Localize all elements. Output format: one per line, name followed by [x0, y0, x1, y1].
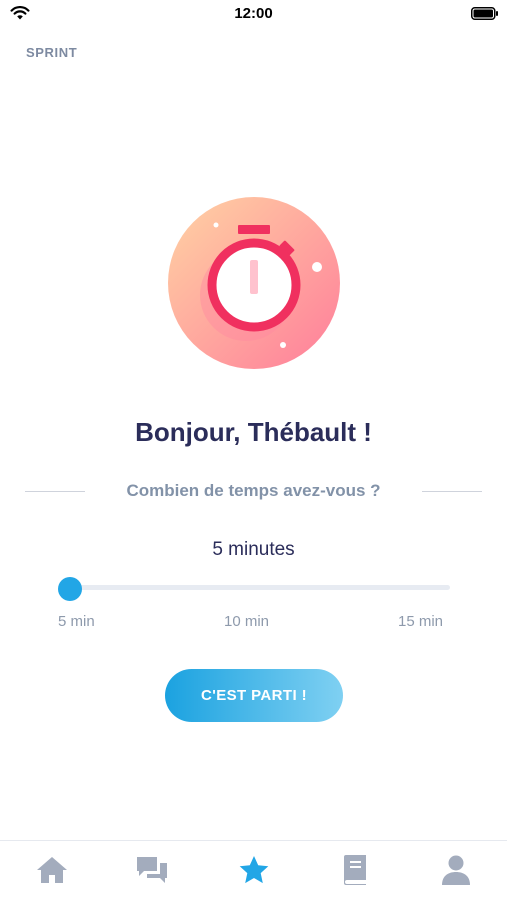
tick-label-mid: 10 min	[224, 613, 270, 630]
tick-label-min: 5 min	[58, 613, 95, 630]
status-bar: 12:00	[0, 0, 507, 28]
tab-library[interactable]	[338, 853, 372, 887]
tick-label-max: 15 min	[398, 613, 444, 630]
start-button[interactable]: C'EST PARTI !	[165, 669, 343, 722]
tab-chat[interactable]	[135, 853, 169, 887]
question-row: Combien de temps avez-vous ?	[25, 480, 482, 504]
stopwatch-icon	[168, 197, 340, 369]
star-icon	[239, 856, 269, 884]
duration-slider-track[interactable]	[70, 585, 450, 590]
tab-favorites[interactable]	[237, 853, 271, 887]
tab-home[interactable]	[35, 853, 69, 887]
duration-slider-thumb[interactable]	[58, 577, 82, 601]
divider-right	[422, 491, 482, 492]
chat-icon	[137, 857, 167, 883]
page-title: SPRINT	[26, 45, 78, 60]
duration-question: Combien de temps avez-vous ?	[126, 481, 381, 500]
status-time: 12:00	[234, 5, 273, 22]
selected-duration: 5 minutes	[212, 539, 295, 560]
profile-icon	[442, 855, 470, 885]
home-icon	[37, 857, 67, 883]
battery-icon	[471, 7, 498, 20]
book-icon	[344, 855, 366, 885]
tab-profile[interactable]	[439, 853, 473, 887]
greeting-heading: Bonjour, Thébault !	[135, 417, 372, 447]
divider-left	[25, 491, 85, 492]
tab-bar	[0, 840, 507, 900]
